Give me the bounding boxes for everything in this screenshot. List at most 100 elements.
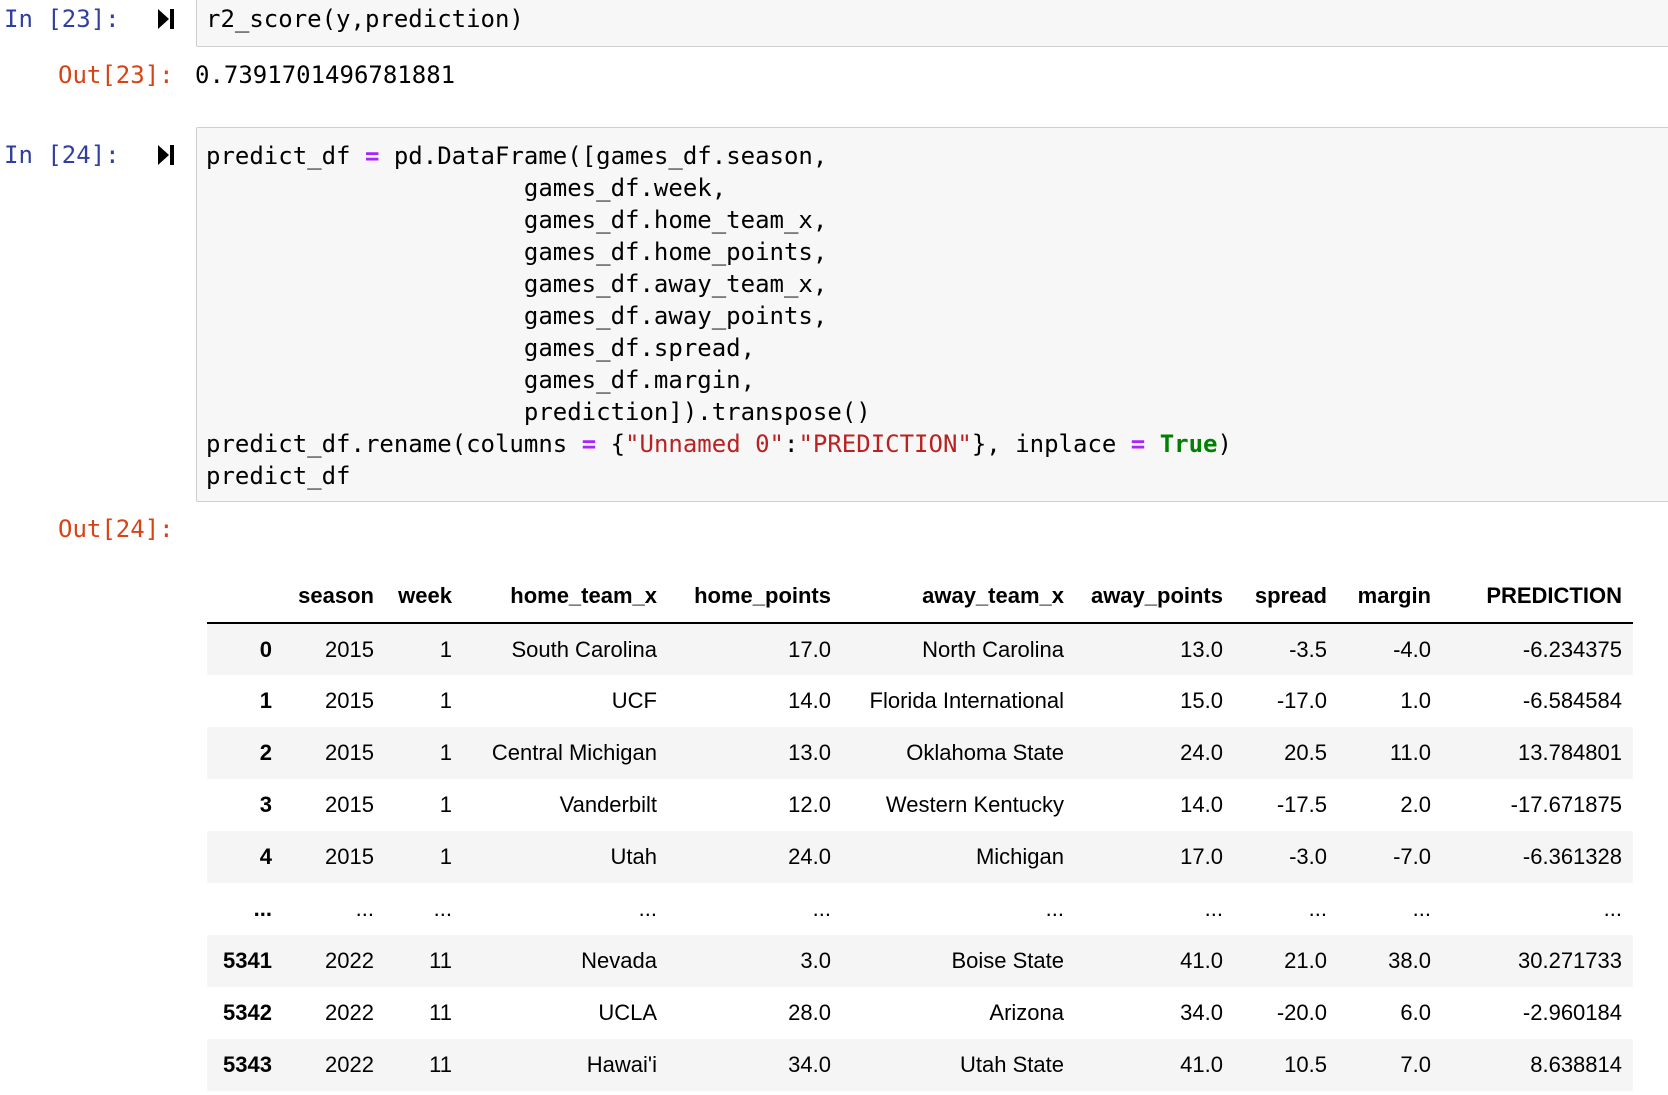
column-header: away_points [1075,570,1234,624]
input-prompt-24: In [24]: [4,141,120,169]
table-cell: 1 [439,636,452,662]
table-cell: 34.0 [1180,1000,1223,1025]
table-cell: Utah State [960,1052,1064,1077]
run-cell-icon[interactable] [157,144,175,166]
table-cell: 21.0 [1284,948,1327,973]
row-index: 5343 [223,1052,272,1077]
table-cell: Oklahoma State [906,740,1064,765]
table-cell: South Carolina [511,636,657,662]
table-cell: 20.5 [1284,740,1327,765]
code-line: games_df.spread, [206,334,756,362]
code-keyword: True [1159,430,1218,458]
table-cell: -6.234375 [1522,636,1622,662]
column-header: PREDICTION [1442,570,1633,624]
table-row: .............................. [207,883,1633,935]
code-token: { [596,430,626,458]
code-token: : [784,430,799,458]
table-cell: 28.0 [788,1000,831,1025]
table-cell: 38.0 [1388,948,1431,973]
table-cell: 30.271733 [1518,948,1622,973]
table-header-row: season week home_team_x home_points away_tea… [207,570,1633,624]
table-cell: North Carolina [922,636,1064,662]
table-cell: UCLA [598,1000,657,1025]
table-row: 5341 2022 11 Nevada 3.0 Boise State 41.0 21.0 38… [207,935,1633,987]
code-token: }, inplace [971,430,1131,458]
row-index: ... [253,896,272,921]
row-index: 5341 [223,948,272,973]
table-cell: 12.0 [788,792,831,817]
code-cell-24[interactable]: predict_df = pd.DataFrame([games_df.seas… [196,127,1668,502]
code-operator: = [364,142,380,170]
table-cell: -20.0 [1276,1000,1327,1025]
code-cell-23[interactable]: r2_score(y,prediction) [196,0,1668,47]
table-cell: 15.0 [1180,688,1223,713]
column-header: home_points [668,570,842,624]
table-cell: 24.0 [788,844,831,869]
table-cell: -6.584584 [1522,688,1622,713]
table-cell: Utah [610,844,657,869]
table-cell: ... [638,896,657,921]
code-line: predict_df = pd.DataFrame([games_df.seas… [206,140,827,172]
code-operator: = [1130,430,1146,458]
code-token: predict_df.rename(columns [206,430,582,458]
code-operator: = [581,430,597,458]
table-cell: UCF [611,688,657,713]
table-row: 3 2015 1 Vanderbilt 12.0 Western Kentucky 14.0… [207,779,1633,831]
table-row: 4 2015 1 Utah 24.0 Michigan 17.0 -3.0 -7.0 -6.361… [207,831,1633,883]
column-header: week [385,570,463,624]
table-cell: ... [1045,896,1064,921]
table-cell: ... [812,896,831,921]
table-cell: 24.0 [1180,740,1223,765]
table-cell: Central Michigan [491,740,657,765]
table-cell: 3.0 [800,948,831,973]
table-row: 5343 2022 11 Hawai'i 34.0 Utah State 41.0 10.5 7… [207,1039,1633,1091]
table-cell: 11.0 [1389,740,1431,765]
table-cell: 2022 [325,948,374,973]
table-cell: ... [1204,896,1223,921]
table-cell: 1 [439,688,452,713]
table-cell: 2015 [325,792,374,817]
table-cell: 2015 [325,636,374,662]
table-cell: -17.0 [1276,688,1327,713]
column-header: home_team_x [463,570,668,624]
table-cell: 2022 [325,1052,374,1077]
dataframe-table: season week home_team_x home_points away_tea… [207,570,1633,1091]
table-cell: ... [1603,896,1622,921]
code-line: games_df.margin, [206,366,756,394]
table-cell: 13.784801 [1518,740,1622,765]
code-line: games_df.away_team_x, [206,270,828,298]
table-body: 0 2015 1 South Carolina 17.0 North Carolina 13… [207,623,1633,1091]
table-cell: 1.0 [1400,688,1431,713]
row-index: 5342 [223,1000,272,1025]
table-cell: 2.0 [1400,792,1431,817]
row-index: 1 [259,688,272,713]
table-cell: 1 [439,792,452,817]
table-cell: 2022 [325,1000,374,1025]
input-prompt-23: In [23]: [4,5,120,33]
table-cell: 11 [429,1052,452,1077]
table-cell: -6.361328 [1522,844,1622,869]
table-cell: 11 [429,1000,452,1025]
code-string: "Unnamed 0" [625,430,784,458]
code-token: pd.DataFrame([games_df.season, [379,142,828,170]
row-index: 4 [259,844,272,869]
code-string: "PREDICTION" [798,430,972,458]
run-cell-icon[interactable] [157,8,175,30]
table-cell: Nevada [581,948,657,973]
column-header: spread [1234,570,1338,624]
output-prompt-23: Out[23]: [58,61,174,89]
table-cell: Boise State [951,948,1064,973]
table-cell: 8.638814 [1530,1052,1622,1077]
table-cell: -2.960184 [1522,1000,1622,1025]
code-line: games_df.week, [206,174,727,202]
table-cell: -3.0 [1289,844,1327,869]
table-row: 0 2015 1 South Carolina 17.0 North Carolina 13… [207,623,1633,675]
table-cell: 14.0 [788,688,831,713]
table-cell: ... [1308,896,1327,921]
table-cell: 13.0 [788,740,831,765]
table-cell: 10.5 [1284,1052,1327,1077]
table-cell: ... [433,896,452,921]
table-row: 1 2015 1 UCF 14.0 Florida International 15.0 -1… [207,675,1633,727]
table-cell: -7.0 [1393,844,1431,869]
